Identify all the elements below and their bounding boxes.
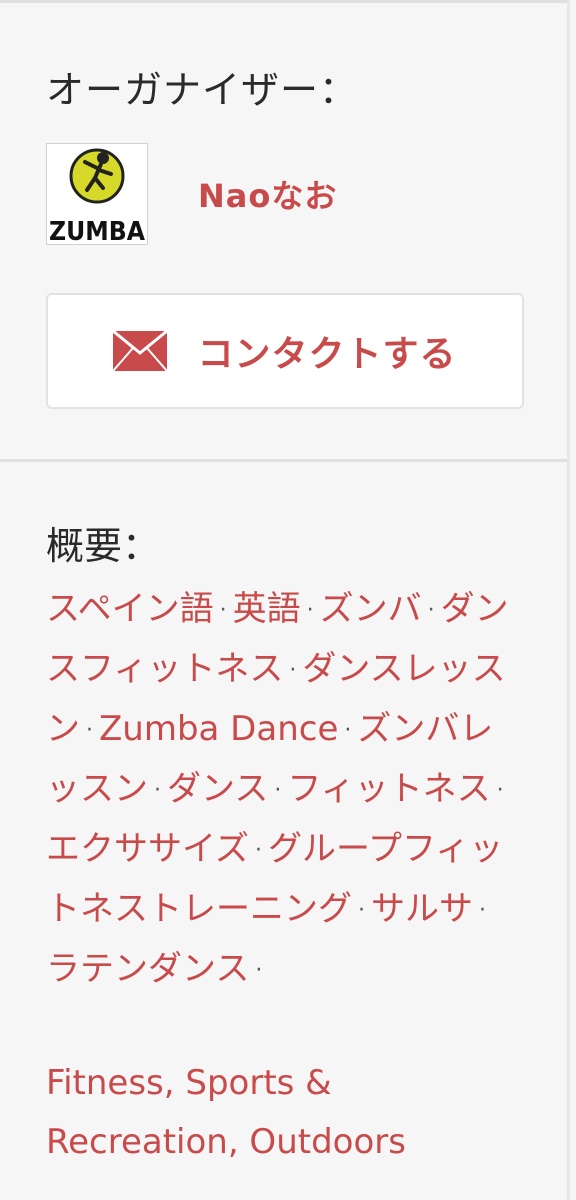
topic-separator: · <box>427 598 435 623</box>
topic-separator: · <box>496 778 504 803</box>
topic-link[interactable]: 英語 <box>233 589 301 629</box>
topic-separator: · <box>154 778 161 803</box>
topic-separator: · <box>358 898 365 923</box>
zumba-logo-text: ZUMBA <box>49 217 145 244</box>
mail-icon <box>113 331 168 371</box>
topic-link[interactable]: ラテンダンス <box>46 949 249 989</box>
topic-link[interactable]: ダンス <box>167 769 268 809</box>
topic-separator: · <box>255 958 263 983</box>
topic-separator: · <box>344 718 352 743</box>
topic-link[interactable]: ズンバ <box>320 589 422 629</box>
section-divider <box>0 459 567 462</box>
organizer-panel: オーガナイザー： ZUMBA Naoなお コンタクトする 概要： スペイン語 ·… <box>0 0 570 1200</box>
topic-separator: · <box>274 778 282 803</box>
topic-link[interactable]: スペイン語 <box>46 589 214 629</box>
top-divider <box>0 0 567 3</box>
zumba-logo-icon: ZUMBA <box>49 148 145 244</box>
topic-link[interactable]: Zumba Dance <box>99 709 338 749</box>
contact-button-label: コンタクトする <box>197 334 457 375</box>
topic-link[interactable]: フィットネス <box>287 769 490 809</box>
topic-link[interactable]: エクササイズ <box>46 829 249 869</box>
topic-separator: · <box>86 718 93 743</box>
contact-button[interactable]: コンタクトする <box>46 293 524 409</box>
organizer-logo[interactable]: ZUMBA <box>46 143 148 245</box>
organizer-label: オーガナイザー： <box>46 68 359 112</box>
topic-separator: · <box>306 598 314 623</box>
summary-label: 概要： <box>46 524 161 568</box>
topic-link[interactable]: サルサ <box>371 889 473 929</box>
topic-separator: · <box>479 898 486 923</box>
topic-list: スペイン語 · 英語 · ズンバ · ダンスフィットネス · ダンスレッスン · Zumba Dan… <box>46 580 516 1000</box>
organizer-name-link[interactable]: Naoなお <box>198 171 337 217</box>
topic-separator: · <box>219 598 227 623</box>
topic-separator: · <box>254 838 262 863</box>
topic-separator: · <box>289 658 297 683</box>
organizer-row[interactable]: ZUMBA Naoなお <box>46 143 337 245</box>
category-link[interactable]: Fitness, Sports & Recreation, Outdoors <box>46 1054 526 1172</box>
